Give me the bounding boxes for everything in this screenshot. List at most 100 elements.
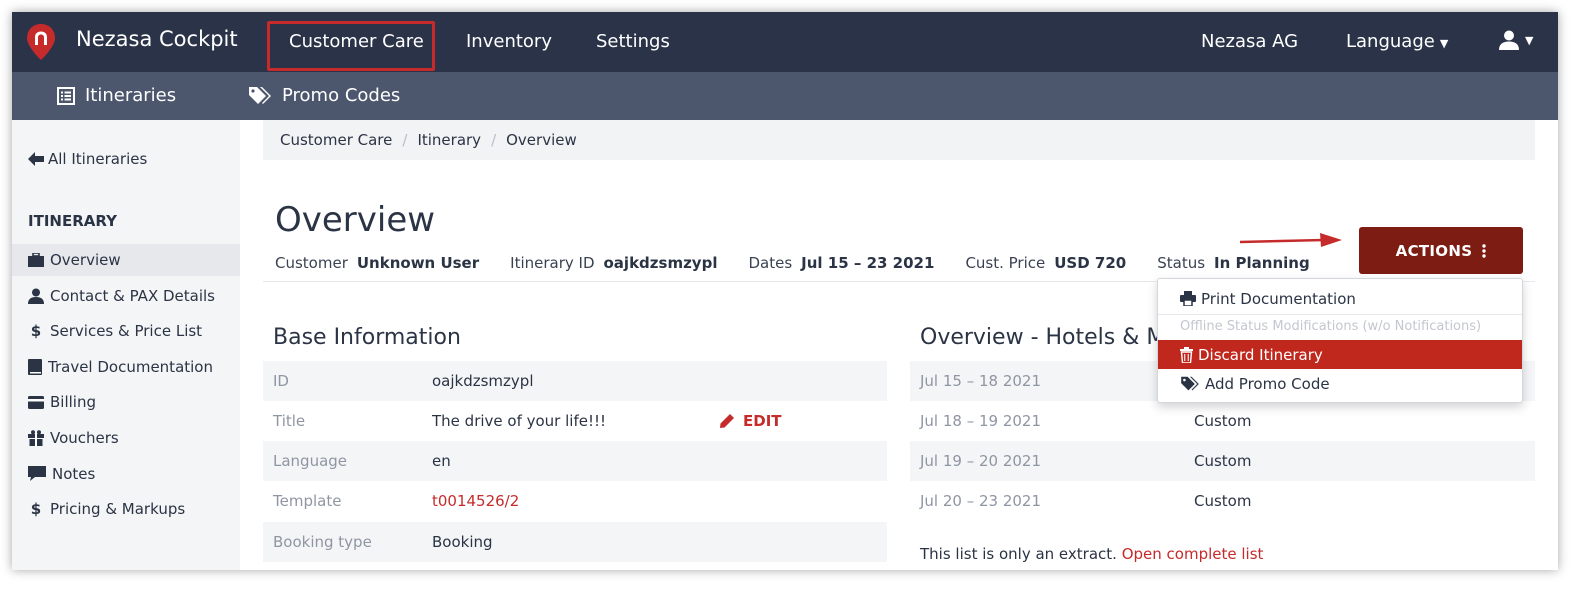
actions-dropdown-menu: Print Documentation Offline Status Modif…	[1157, 278, 1523, 403]
info-key: Template	[273, 492, 342, 510]
breadcrumb: Customer Care / Itinerary / Overview	[263, 120, 1535, 160]
info-value: The drive of your life!!!	[432, 412, 607, 430]
summary-itinerary-id-value: oajkdzsmzypl	[603, 254, 718, 272]
dollar-icon: $	[30, 500, 42, 518]
gift-icon	[28, 430, 44, 446]
sidebar-item-label: Travel Documentation	[48, 358, 213, 376]
user-icon	[28, 288, 44, 304]
edit-label: EDIT	[743, 412, 782, 430]
breadcrumb-overview: Overview	[506, 131, 577, 149]
menu-item-add-promo-code[interactable]: Add Promo Code	[1158, 369, 1522, 398]
hotel-dates: Jul 19 – 20 2021	[920, 452, 1042, 470]
comment-icon	[28, 466, 46, 481]
info-value: en	[432, 452, 451, 470]
breadcrumb-customer-care[interactable]: Customer Care	[280, 131, 392, 149]
extract-note: This list is only an extract. Open compl…	[920, 545, 1263, 563]
sidebar-heading: ITINERARY	[28, 212, 117, 230]
hotel-row: Jul 18 – 19 2021 Custom	[910, 401, 1535, 441]
nav-company[interactable]: Nezasa AG	[1201, 31, 1298, 52]
customer-care-highlight-box	[267, 21, 435, 71]
info-row-template: Template t0014526/2	[263, 481, 887, 521]
sidebar-item-label: Vouchers	[50, 429, 119, 447]
sub-navbar: Itineraries Promo Codes	[12, 72, 1558, 120]
breadcrumb-separator: /	[491, 131, 497, 149]
extract-text: This list is only an extract.	[920, 545, 1117, 563]
menu-item-print-documentation[interactable]: Print Documentation	[1158, 284, 1522, 313]
language-dropdown[interactable]: Language ▼	[1346, 31, 1448, 52]
user-icon	[1499, 30, 1519, 50]
sidebar-item-label: Contact & PAX Details	[50, 287, 215, 305]
nav-settings[interactable]: Settings	[596, 31, 670, 52]
sidebar-item-travel-documentation[interactable]: Travel Documentation	[12, 351, 240, 383]
book-icon	[28, 359, 42, 375]
sidebar-item-label: Pricing & Markups	[50, 500, 186, 518]
sidebar-item-label: Overview	[50, 251, 121, 269]
summary-status-label: Status	[1157, 254, 1206, 272]
dollar-icon: $	[30, 322, 42, 340]
subnav-promo-codes-label: Promo Codes	[282, 85, 401, 106]
summary-status-value: In Planning	[1214, 254, 1310, 272]
sidebar-item-contact-pax[interactable]: Contact & PAX Details	[12, 280, 240, 312]
hotel-row: Jul 19 – 20 2021 Custom	[910, 441, 1535, 481]
hotel-dates: Jul 20 – 23 2021	[920, 492, 1042, 510]
sidebar-item-notes[interactable]: Notes	[12, 458, 240, 490]
info-key: Title	[273, 412, 306, 430]
hotel-type: Custom	[1194, 452, 1252, 470]
hotel-type: Custom	[1194, 412, 1252, 430]
edit-title-button[interactable]: EDIT	[719, 412, 782, 430]
info-row-booking-type: Booking type Booking	[263, 522, 887, 562]
summary-customer-value: Unknown User	[356, 254, 480, 272]
menu-offline-header: Offline Status Modifications (w/o Notifi…	[1180, 319, 1482, 334]
subnav-itineraries-label: Itineraries	[85, 85, 177, 106]
language-label: Language	[1346, 31, 1435, 52]
summary-price-value: USD 720	[1054, 254, 1127, 272]
summary-dates-label: Dates	[748, 254, 793, 272]
base-information-title: Base Information	[273, 325, 461, 350]
sidebar-item-services-price[interactable]: $ Services & Price List	[12, 315, 240, 347]
menu-item-label: Discard Itinerary	[1198, 345, 1323, 364]
sidebar-item-pricing-markups[interactable]: $ Pricing & Markups	[12, 493, 240, 525]
credit-card-icon	[28, 395, 44, 409]
sidebar-item-vouchers[interactable]: Vouchers	[12, 422, 240, 454]
briefcase-icon	[28, 253, 44, 267]
sidebar: All Itineraries ITINERARY Overview Conta…	[12, 120, 240, 570]
summary-customer-label: Customer	[275, 254, 348, 272]
tags-icon	[1181, 376, 1199, 390]
user-menu[interactable]: ▼	[1498, 29, 1533, 51]
info-row-title: Title The drive of your life!!! EDIT	[263, 401, 887, 441]
hotel-row: Jul 20 – 23 2021 Custom	[910, 481, 1535, 521]
hotel-dates: Jul 18 – 19 2021	[920, 412, 1042, 430]
annotation-arrow-icon	[1240, 233, 1342, 247]
info-value: Booking	[432, 533, 493, 551]
info-row-language: Language en	[263, 441, 887, 481]
summary-price-label: Cust. Price	[965, 254, 1046, 272]
all-itineraries-link[interactable]: All Itineraries	[28, 150, 147, 168]
tags-icon	[249, 86, 271, 104]
hotel-type: Custom	[1194, 492, 1252, 510]
info-key: Language	[273, 452, 348, 470]
caret-down-icon: ▼	[1525, 33, 1534, 47]
nav-inventory[interactable]: Inventory	[466, 31, 552, 52]
menu-item-label: Print Documentation	[1201, 289, 1356, 308]
menu-item-discard-itinerary[interactable]: Discard Itinerary	[1158, 340, 1522, 369]
open-complete-list-link[interactable]: Open complete list	[1122, 545, 1264, 563]
sidebar-item-billing[interactable]: Billing	[12, 386, 240, 418]
vertical-dots-icon	[1482, 243, 1487, 258]
subnav-itineraries[interactable]: Itineraries	[57, 85, 176, 106]
actions-button[interactable]: ACTIONS	[1359, 227, 1523, 274]
nezasa-logo-icon[interactable]	[26, 23, 56, 61]
menu-item-label: Add Promo Code	[1205, 374, 1330, 393]
subnav-promo-codes[interactable]: Promo Codes	[248, 85, 400, 106]
app-brand[interactable]: Nezasa Cockpit	[76, 27, 238, 51]
caret-down-icon: ▼	[1439, 37, 1449, 50]
trash-icon	[1180, 346, 1193, 363]
hotels-overview-title: Overview - Hotels & M	[920, 325, 1166, 350]
breadcrumb-separator: /	[402, 131, 408, 149]
breadcrumb-itinerary[interactable]: Itinerary	[417, 131, 481, 149]
info-value: oajkdzsmzypl	[432, 372, 534, 390]
template-link[interactable]: t0014526/2	[432, 492, 519, 510]
itinerary-summary: Customer Unknown User Itinerary ID oajkd…	[275, 254, 1341, 272]
sidebar-item-label: Billing	[50, 393, 96, 411]
pencil-icon	[720, 414, 734, 428]
sidebar-item-overview[interactable]: Overview	[12, 244, 240, 276]
